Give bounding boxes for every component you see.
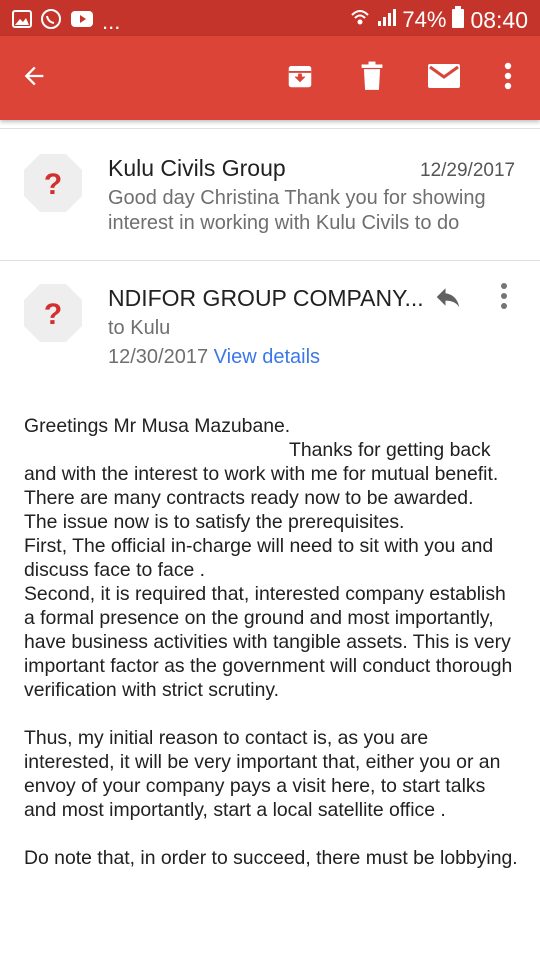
reply-button[interactable] bbox=[432, 282, 468, 318]
view-details-link[interactable]: View details bbox=[214, 346, 320, 368]
body-line: The issue now is to satisfy the prerequi… bbox=[24, 511, 405, 533]
message-body: Greetings Mr Musa Mazubane. Thanks for g… bbox=[24, 414, 520, 870]
more-vert-icon bbox=[504, 62, 512, 95]
archive-button[interactable] bbox=[276, 54, 324, 102]
more-options-button[interactable] bbox=[484, 54, 532, 102]
sender-name: Kulu Civils Group bbox=[108, 155, 286, 181]
sender-avatar[interactable]: ? bbox=[22, 282, 84, 344]
body-line: Thus, my initial reason to contact is, a… bbox=[24, 727, 501, 821]
body-line: There are many contracts ready now to be… bbox=[24, 487, 474, 509]
message-snippet: Good day Christina Thank you for showing… bbox=[108, 187, 486, 234]
body-line: Do note that, in order to succeed, there… bbox=[24, 847, 518, 869]
delete-button[interactable] bbox=[348, 54, 396, 102]
back-button[interactable] bbox=[10, 54, 58, 102]
sender-name: NDIFOR GROUP COMPANY... bbox=[108, 285, 424, 311]
signal-icon bbox=[376, 7, 397, 33]
svg-text:?: ? bbox=[44, 298, 62, 331]
gallery-icon bbox=[12, 10, 32, 33]
mail-icon bbox=[427, 63, 461, 94]
archive-icon bbox=[285, 61, 315, 96]
divider bbox=[0, 128, 540, 129]
more-vert-icon bbox=[500, 283, 508, 314]
youtube-icon bbox=[70, 10, 94, 33]
body-line: and with the interest to work with me fo… bbox=[24, 463, 499, 485]
delete-icon bbox=[358, 61, 386, 96]
status-bar: ... 74% 08:40 bbox=[0, 0, 540, 36]
status-dots: ... bbox=[102, 8, 121, 34]
recipient-line: to Kulu bbox=[108, 317, 171, 339]
back-arrow-icon bbox=[20, 62, 48, 95]
svg-text:?: ? bbox=[44, 168, 62, 201]
message-more-button[interactable] bbox=[500, 282, 520, 318]
message-date: 12/29/2017 bbox=[420, 160, 516, 181]
body-line: Second, it is required that, interested … bbox=[24, 583, 513, 701]
body-greeting: Greetings Mr Musa Mazubane. bbox=[24, 415, 291, 437]
battery-percent: 74% bbox=[402, 7, 447, 32]
mark-unread-button[interactable] bbox=[420, 54, 468, 102]
battery-icon bbox=[452, 6, 465, 34]
body-line: Thanks for getting back bbox=[289, 439, 491, 461]
whatsapp-icon bbox=[40, 8, 62, 35]
message-date: 12/30/2017 bbox=[108, 346, 209, 368]
app-bar bbox=[0, 36, 540, 120]
message-date-line: 12/30/2017 View details bbox=[108, 346, 320, 369]
sender-avatar[interactable]: ? bbox=[22, 152, 84, 214]
reply-icon bbox=[432, 288, 464, 316]
clock: 08:40 bbox=[470, 6, 528, 33]
body-line: First, The official in-charge will need … bbox=[24, 535, 494, 581]
divider bbox=[0, 260, 540, 261]
wifi-icon bbox=[350, 7, 370, 33]
